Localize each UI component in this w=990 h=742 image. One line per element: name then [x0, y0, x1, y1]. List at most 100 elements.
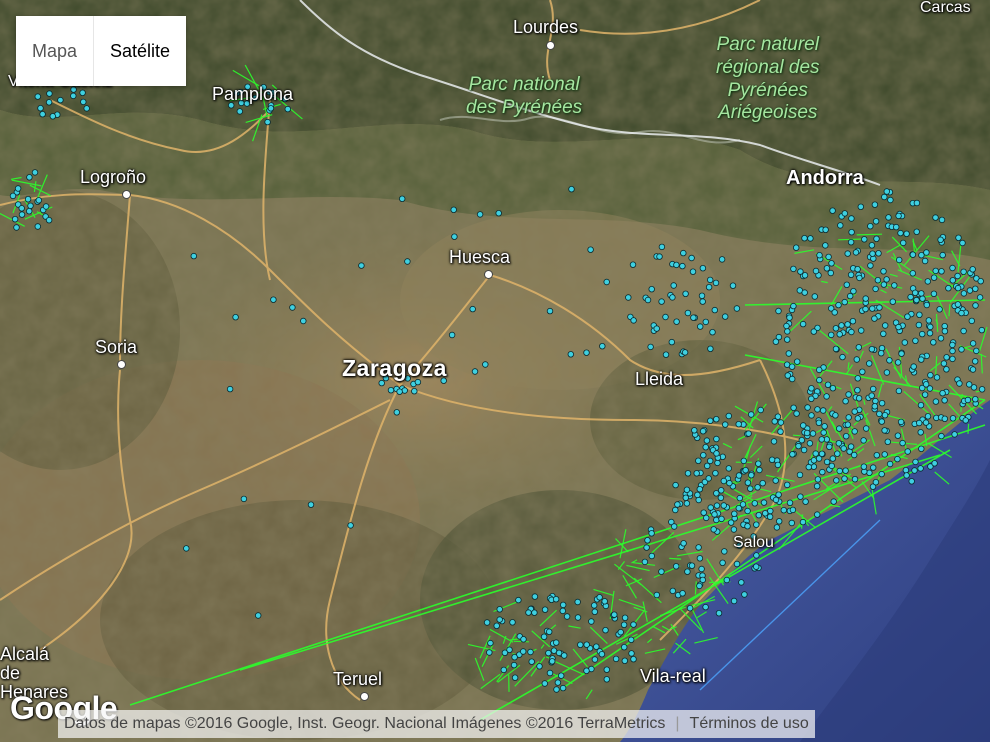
- station-marker[interactable]: [806, 440, 814, 447]
- station-marker[interactable]: [688, 562, 696, 569]
- station-marker[interactable]: [696, 582, 703, 590]
- station-marker[interactable]: [814, 476, 822, 483]
- station-marker[interactable]: [904, 313, 911, 320]
- station-marker[interactable]: [471, 368, 479, 375]
- station-marker[interactable]: [830, 498, 837, 505]
- station-marker[interactable]: [596, 594, 603, 601]
- station-marker[interactable]: [628, 650, 635, 657]
- station-marker[interactable]: [725, 465, 732, 472]
- station-marker[interactable]: [918, 290, 925, 297]
- station-marker[interactable]: [847, 238, 855, 246]
- station-marker[interactable]: [960, 268, 967, 275]
- station-marker[interactable]: [878, 470, 885, 478]
- station-marker[interactable]: [884, 438, 891, 445]
- station-marker[interactable]: [705, 284, 713, 291]
- station-marker[interactable]: [960, 290, 968, 297]
- station-marker[interactable]: [541, 680, 548, 687]
- station-marker[interactable]: [647, 343, 654, 351]
- station-marker[interactable]: [964, 396, 972, 404]
- station-marker[interactable]: [682, 494, 689, 501]
- station-marker[interactable]: [918, 445, 925, 452]
- station-marker[interactable]: [401, 387, 408, 394]
- station-marker[interactable]: [939, 390, 946, 397]
- station-marker[interactable]: [183, 545, 190, 552]
- station-marker[interactable]: [554, 679, 562, 686]
- station-marker[interactable]: [820, 407, 827, 414]
- station-marker[interactable]: [13, 224, 20, 231]
- station-marker[interactable]: [629, 261, 637, 268]
- station-marker[interactable]: [824, 381, 832, 388]
- station-marker[interactable]: [520, 636, 527, 643]
- station-marker[interactable]: [938, 268, 945, 275]
- station-marker[interactable]: [774, 461, 782, 469]
- station-marker[interactable]: [805, 463, 812, 471]
- station-marker[interactable]: [560, 601, 567, 609]
- station-marker[interactable]: [816, 366, 823, 374]
- station-marker[interactable]: [841, 210, 848, 217]
- station-marker[interactable]: [393, 409, 400, 416]
- station-marker[interactable]: [919, 330, 926, 338]
- station-marker[interactable]: [451, 233, 458, 240]
- station-marker[interactable]: [662, 313, 669, 321]
- station-marker[interactable]: [851, 476, 859, 483]
- station-marker[interactable]: [851, 428, 858, 435]
- station-marker[interactable]: [851, 451, 858, 459]
- station-marker[interactable]: [705, 475, 712, 482]
- station-marker[interactable]: [653, 325, 660, 332]
- station-marker[interactable]: [689, 268, 697, 275]
- station-marker[interactable]: [924, 278, 931, 285]
- station-marker[interactable]: [707, 345, 714, 352]
- map-type-button-mapa[interactable]: Mapa: [16, 16, 94, 86]
- station-marker[interactable]: [868, 346, 876, 353]
- station-marker[interactable]: [553, 639, 560, 646]
- station-marker[interactable]: [713, 450, 720, 457]
- station-marker[interactable]: [684, 309, 692, 317]
- station-marker[interactable]: [881, 427, 888, 434]
- station-marker[interactable]: [744, 507, 751, 515]
- station-marker[interactable]: [829, 385, 837, 392]
- station-marker[interactable]: [851, 408, 858, 415]
- station-marker[interactable]: [802, 498, 809, 505]
- station-marker[interactable]: [881, 412, 889, 419]
- station-marker[interactable]: [232, 314, 239, 321]
- station-marker[interactable]: [789, 375, 796, 383]
- station-marker[interactable]: [671, 523, 678, 530]
- station-marker[interactable]: [960, 327, 967, 335]
- station-marker[interactable]: [493, 622, 500, 629]
- station-marker[interactable]: [807, 235, 814, 242]
- station-marker[interactable]: [969, 366, 977, 373]
- station-marker[interactable]: [555, 649, 563, 657]
- station-marker[interactable]: [793, 410, 800, 417]
- station-marker[interactable]: [810, 328, 817, 335]
- station-marker[interactable]: [825, 253, 832, 261]
- station-marker[interactable]: [378, 379, 385, 387]
- station-marker[interactable]: [962, 417, 969, 424]
- station-marker[interactable]: [978, 386, 986, 393]
- station-marker[interactable]: [500, 666, 507, 674]
- station-marker[interactable]: [574, 614, 582, 621]
- station-marker[interactable]: [834, 450, 841, 457]
- station-marker[interactable]: [790, 404, 797, 411]
- station-marker[interactable]: [399, 195, 406, 202]
- station-marker[interactable]: [800, 422, 807, 429]
- station-marker[interactable]: [832, 325, 840, 332]
- station-marker[interactable]: [270, 296, 277, 303]
- station-marker[interactable]: [673, 318, 680, 325]
- station-marker[interactable]: [644, 296, 652, 304]
- station-marker[interactable]: [510, 661, 518, 669]
- station-marker[interactable]: [790, 302, 797, 310]
- station-marker[interactable]: [753, 552, 760, 559]
- station-marker[interactable]: [897, 418, 905, 426]
- station-marker[interactable]: [972, 396, 979, 403]
- station-marker[interactable]: [871, 403, 878, 410]
- station-marker[interactable]: [798, 437, 805, 444]
- map-type-button-satelite[interactable]: Satélite: [94, 16, 187, 86]
- station-marker[interactable]: [496, 606, 503, 613]
- station-marker[interactable]: [738, 579, 745, 586]
- station-marker[interactable]: [956, 380, 963, 387]
- station-marker[interactable]: [672, 506, 679, 514]
- station-marker[interactable]: [702, 444, 709, 451]
- station-marker[interactable]: [804, 404, 811, 411]
- station-marker[interactable]: [816, 251, 823, 259]
- station-marker[interactable]: [541, 606, 549, 613]
